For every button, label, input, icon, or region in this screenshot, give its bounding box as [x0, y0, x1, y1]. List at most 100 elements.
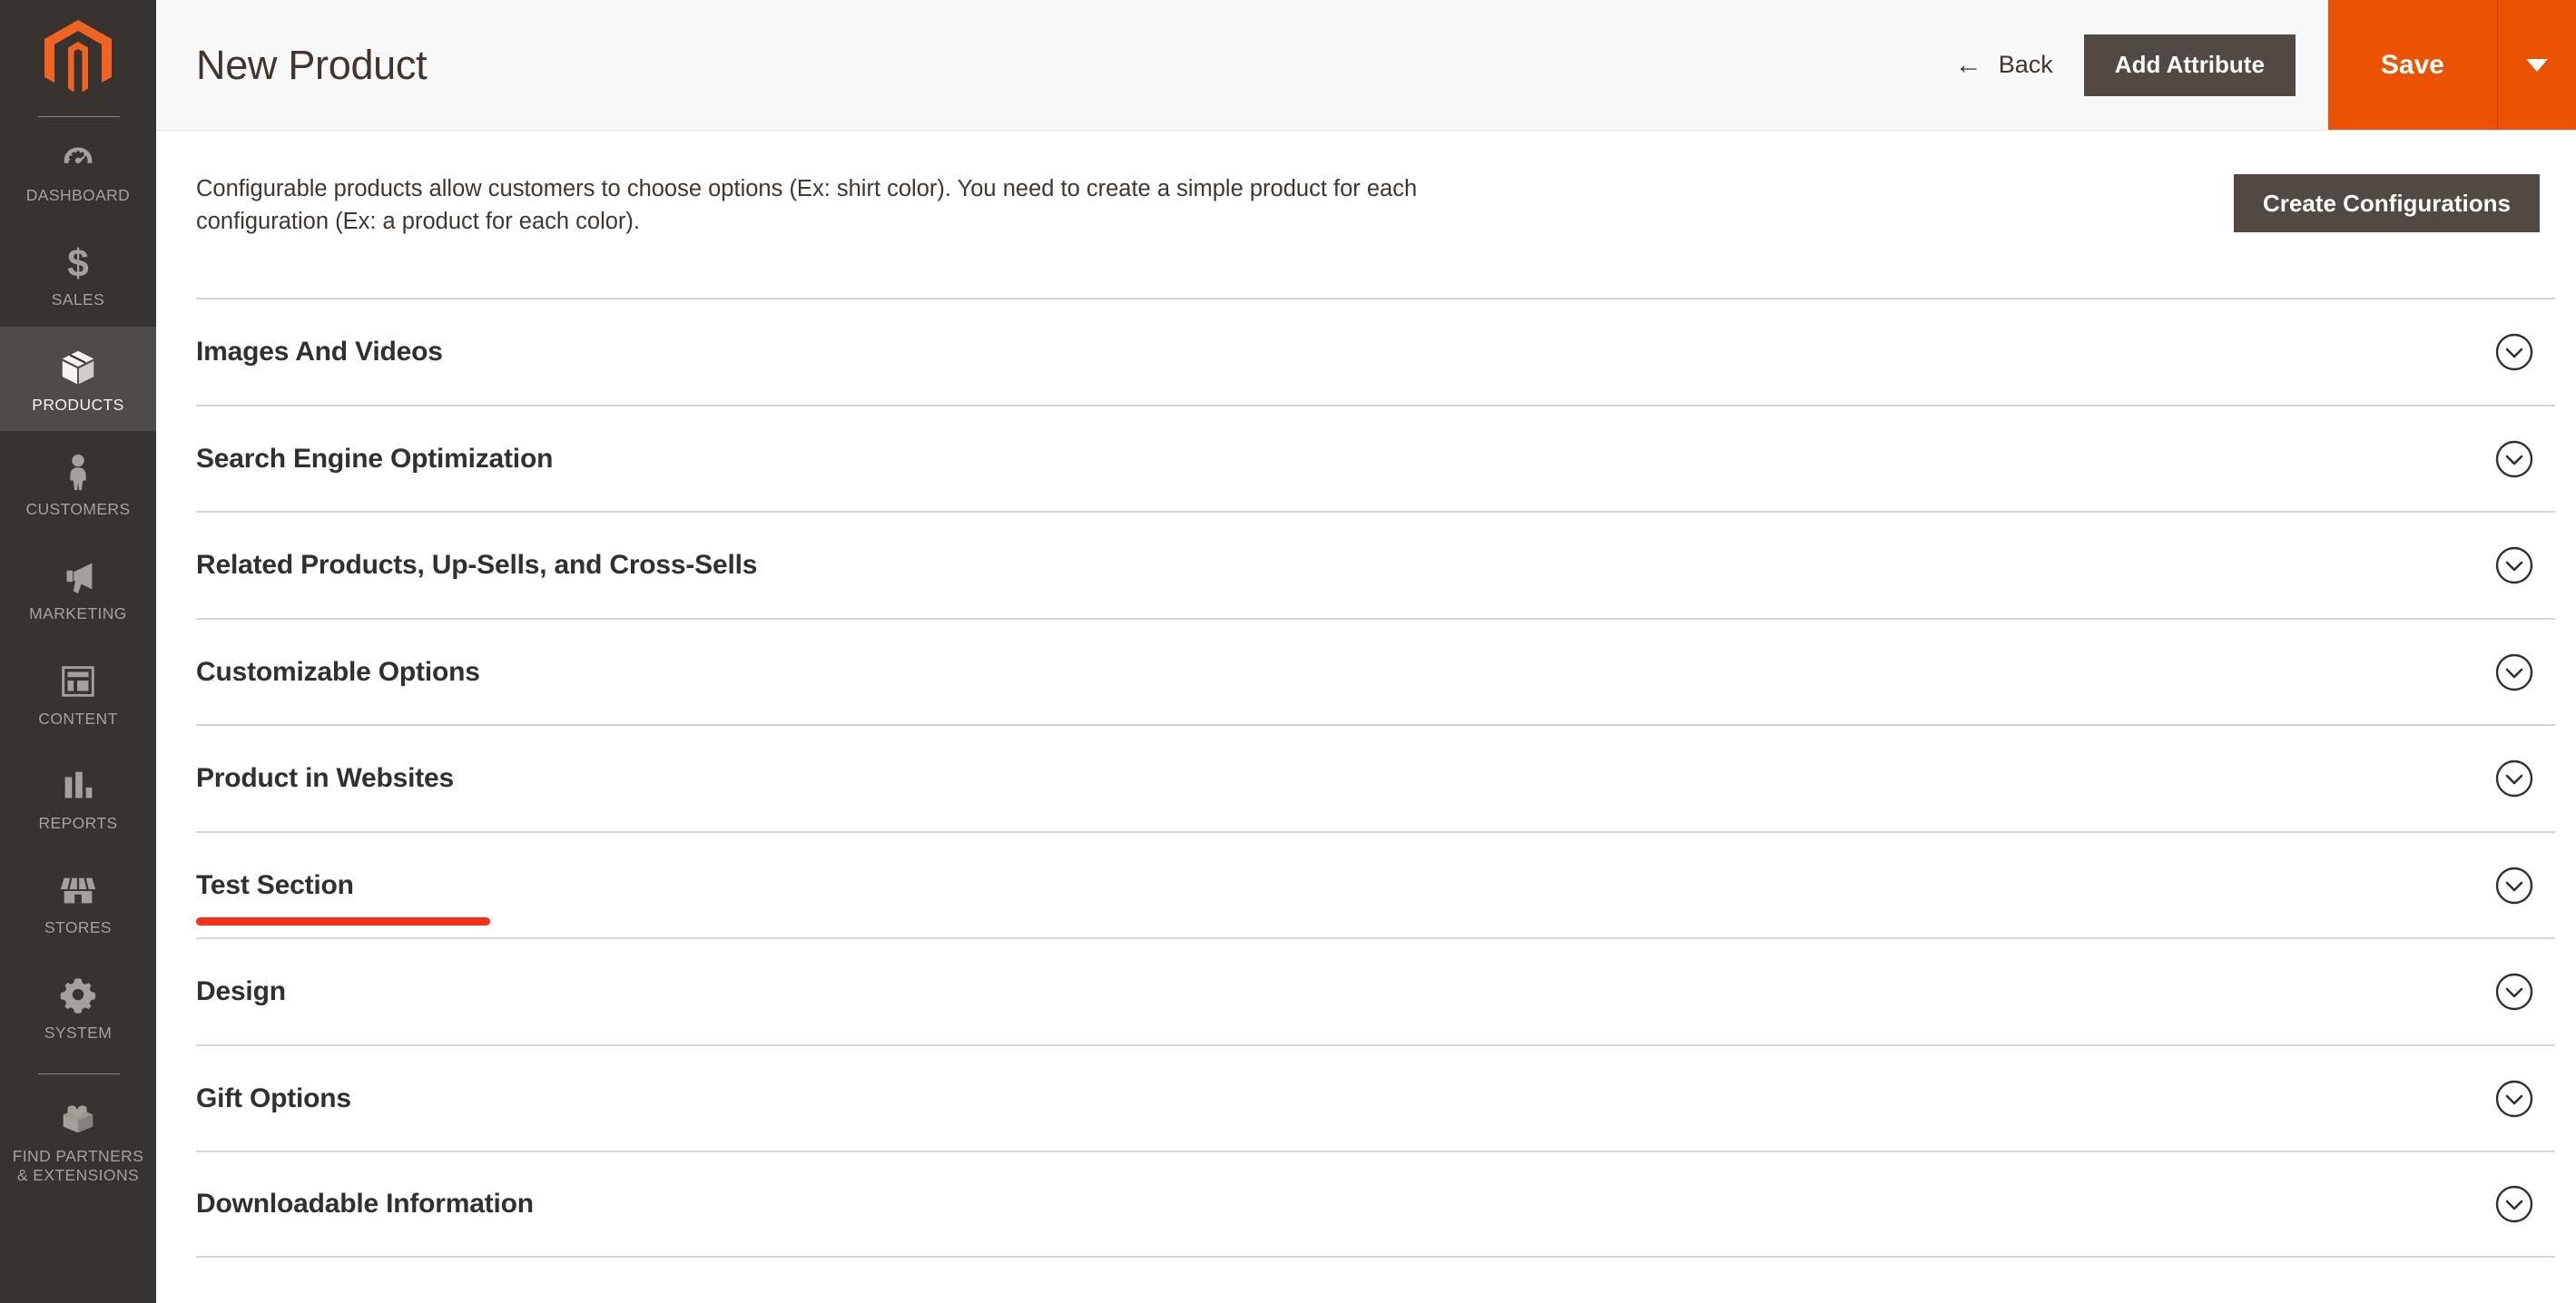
sidebar-bottom-divider	[38, 1073, 120, 1075]
chevron-down-circle-glyph	[2495, 333, 2533, 371]
chevron-down-circle-icon[interactable]	[2494, 439, 2534, 479]
arrow-left-icon: ←	[1954, 49, 1982, 80]
sidebar-item-system[interactable]: SYSTEM	[0, 955, 156, 1059]
layout-icon	[62, 665, 94, 697]
section-title: Related Products, Up-Sells, and Cross-Se…	[196, 550, 758, 581]
section-title: Customizable Options	[196, 656, 480, 687]
chevron-down-circle-icon[interactable]	[2494, 1184, 2534, 1224]
sidebar-item-label: FIND PARTNERS & EXTENSIONS	[12, 1147, 144, 1185]
sidebar-item-dashboard[interactable]: DASHBOARD	[0, 117, 156, 221]
magento-logo-icon	[44, 20, 112, 93]
chevron-down-circle-icon[interactable]	[2494, 332, 2534, 372]
dashboard-gauge-icon	[64, 147, 93, 171]
collapsible-sections-list: Images And Videos Search Engine Optimizat…	[196, 298, 2555, 1258]
section-title: Gift Options	[196, 1083, 351, 1113]
configurations-intro-text: Configurable products allow customers to…	[196, 176, 1418, 235]
section-title: Test Section	[196, 869, 354, 900]
page-header: New Product ← Back Add Attribute Save	[156, 0, 2576, 131]
section-row-test-section[interactable]: Test Section	[196, 830, 2555, 938]
sidebar-item-stores[interactable]: STORES	[0, 849, 156, 954]
chevron-down-circle-glyph	[2495, 1080, 2533, 1117]
chevron-down-circle-icon[interactable]	[2494, 759, 2534, 798]
main-content-area: New Product ← Back Add Attribute Save Co…	[156, 0, 2576, 1303]
back-button[interactable]: ← Back	[1955, 51, 2084, 79]
section-title: Images And Videos	[196, 337, 443, 367]
chevron-down-circle-icon[interactable]	[2494, 545, 2534, 585]
magento-logo[interactable]	[0, 0, 156, 116]
box-icon	[62, 350, 94, 384]
sidebar-item-find-partners-extensions[interactable]: FIND PARTNERS & EXTENSIONS	[0, 1078, 156, 1202]
box-icon-wrap	[57, 347, 99, 388]
section-row-design[interactable]: Design	[196, 937, 2555, 1044]
dollar-sign-icon-wrap: $	[57, 241, 99, 284]
section-title: Search Engine Optimization	[196, 443, 554, 474]
sidebar-item-label: PRODUCTS	[32, 395, 124, 414]
sidebar-nav-list: DASHBOARD $ SALES PRODUCTS CUSTOMERS MARKETIN…	[0, 117, 156, 1202]
layout-icon-wrap	[57, 661, 99, 702]
chevron-down-circle-glyph	[2495, 867, 2533, 904]
main-sidebar: DASHBOARD $ SALES PRODUCTS CUSTOMERS MARKETIN…	[0, 0, 156, 1303]
admin-app: DASHBOARD $ SALES PRODUCTS CUSTOMERS MARKETIN…	[0, 0, 2576, 1303]
sidebar-item-label: DASHBOARD	[25, 186, 131, 204]
section-row-gift-options[interactable]: Gift Options	[196, 1043, 2555, 1151]
save-button[interactable]: Save	[2327, 0, 2498, 130]
svg-text:$: $	[67, 242, 88, 284]
save-button-group: Save	[2327, 0, 2576, 130]
add-attribute-button[interactable]: Add Attribute	[2083, 34, 2296, 96]
caret-down-icon	[2526, 58, 2548, 72]
sidebar-item-label: CUSTOMERS	[25, 500, 131, 519]
dashboard-gauge-icon-wrap	[57, 137, 99, 179]
page-title: New Product	[196, 41, 428, 88]
storefront-icon-wrap	[57, 869, 99, 911]
sidebar-item-sales[interactable]: $ SALES	[0, 221, 156, 326]
chevron-down-circle-icon[interactable]	[2494, 972, 2534, 1012]
header-actions: ← Back Add Attribute Save	[1955, 0, 2576, 130]
section-title: Product in Websites	[196, 763, 455, 794]
chevron-down-circle-glyph	[2495, 759, 2533, 798]
lego-brick-icon-wrap	[57, 1098, 99, 1140]
bar-chart-icon-wrap	[57, 765, 99, 807]
section-row-downloadable-information[interactable]: Downloadable Information	[196, 1151, 2555, 1258]
chevron-down-circle-icon[interactable]	[2494, 866, 2534, 906]
gear-icon	[60, 977, 96, 1014]
chevron-down-circle-glyph	[2495, 973, 2533, 1011]
section-row-product-in-websites[interactable]: Product in Websites	[196, 724, 2555, 831]
chevron-down-circle-icon[interactable]	[2494, 1079, 2534, 1119]
megaphone-icon-wrap	[57, 555, 99, 597]
section-row-search-engine-optimization[interactable]: Search Engine Optimization	[196, 404, 2555, 512]
chevron-down-circle-glyph	[2495, 440, 2533, 477]
sidebar-item-reports[interactable]: REPORTS	[0, 745, 156, 849]
sidebar-item-label: MARKETING	[29, 604, 127, 623]
sidebar-item-label: STORES	[44, 918, 113, 937]
section-title: Design	[196, 976, 286, 1007]
back-button-label: Back	[1998, 51, 2053, 78]
person-icon-wrap	[57, 451, 99, 493]
annotation-underline	[196, 916, 490, 926]
sidebar-item-label: REPORTS	[38, 814, 118, 833]
sidebar-item-label: SYSTEM	[44, 1023, 113, 1042]
section-row-related-products-up-sells-and-cross-sells[interactable]: Related Products, Up-Sells, and Cross-Se…	[196, 511, 2555, 618]
product-form-content: Configurable products allow customers to…	[156, 131, 2576, 1258]
chevron-down-circle-icon[interactable]	[2494, 652, 2534, 692]
sidebar-item-marketing[interactable]: MARKETING	[0, 535, 156, 640]
sidebar-item-label: SALES	[51, 290, 105, 309]
megaphone-icon	[66, 563, 93, 594]
bar-chart-icon	[64, 771, 93, 798]
section-row-customizable-options[interactable]: Customizable Options	[196, 617, 2555, 725]
configurations-intro-row: Configurable products allow customers to…	[156, 131, 2576, 238]
section-row-images-and-videos[interactable]: Images And Videos	[196, 298, 2555, 405]
save-options-toggle[interactable]	[2498, 0, 2576, 130]
person-icon	[70, 454, 86, 491]
storefront-icon	[60, 877, 96, 904]
chevron-down-circle-glyph	[2495, 1185, 2533, 1223]
section-title: Downloadable Information	[196, 1189, 534, 1220]
chevron-down-circle-glyph	[2495, 653, 2533, 691]
sidebar-item-content[interactable]: CONTENT	[0, 641, 156, 745]
create-configurations-button[interactable]: Create Configurations	[2233, 174, 2540, 232]
sidebar-item-customers[interactable]: CUSTOMERS	[0, 431, 156, 535]
sidebar-item-label: CONTENT	[38, 709, 118, 728]
chevron-down-circle-glyph	[2495, 546, 2533, 584]
sidebar-item-products[interactable]: PRODUCTS	[0, 326, 156, 432]
dollar-sign-icon: $	[67, 242, 88, 284]
lego-brick-icon	[63, 1105, 93, 1133]
